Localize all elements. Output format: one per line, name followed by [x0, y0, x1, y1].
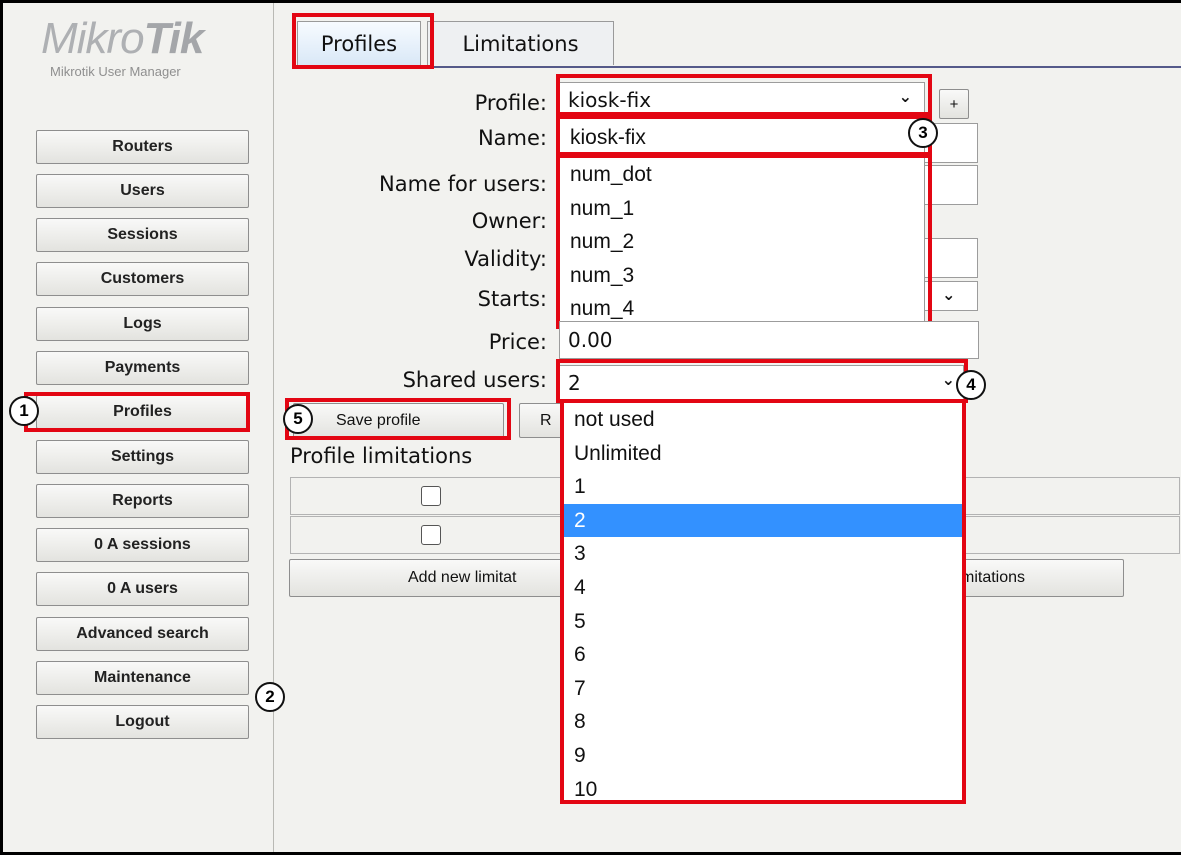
profile-option[interactable]: num_1 — [560, 192, 924, 226]
shared-users-option[interactable]: 8 — [564, 705, 962, 739]
shared-users-dropdown: not used Unlimited 1 2 3 4 5 6 7 8 9 10 — [560, 399, 966, 804]
sidebar-item-profiles[interactable]: Profiles — [36, 395, 249, 429]
shared-users-option[interactable]: 4 — [564, 571, 962, 605]
tab-profiles[interactable]: Profiles — [297, 21, 421, 65]
shared-users-option[interactable]: not used — [564, 403, 962, 437]
add-new-limitation-button[interactable]: Add new limitat — [289, 559, 569, 597]
profile-option-kiosk-fix[interactable]: kiosk-fix — [560, 118, 924, 158]
chevron-down-icon: ⌄ — [941, 370, 955, 389]
profile-label: Profile: — [474, 91, 547, 115]
limitation-checkbox[interactable] — [421, 486, 441, 506]
logo-subtitle: Mikrotik User Manager — [50, 64, 181, 79]
starts-label: Starts: — [477, 287, 547, 311]
sidebar: MikroTik Mikrotik User Manager Routers U… — [3, 3, 285, 852]
sidebar-item-routers[interactable]: Routers — [36, 130, 249, 164]
shared-users-option[interactable]: 3 — [564, 537, 962, 571]
validity-input-edge[interactable] — [923, 238, 978, 278]
profile-select[interactable]: kiosk-fix ⌄ — [559, 82, 925, 117]
chevron-down-icon: ⌄ — [942, 285, 956, 304]
limitations-button[interactable]: mitations — [960, 559, 1124, 597]
sidebar-item-payments[interactable]: Payments — [36, 351, 249, 385]
annotation-badge-3: 3 — [908, 118, 938, 148]
main-panel: Profiles Limitations Profile: Name: Name… — [275, 3, 1181, 852]
name-for-users-input-edge[interactable] — [923, 165, 978, 205]
tab-underline — [425, 66, 1181, 68]
tab-limitations[interactable]: Limitations — [427, 21, 614, 65]
sidebar-item-active-sessions[interactable]: 0 A sessions — [36, 528, 249, 562]
starts-select-edge[interactable]: ⌄ — [923, 281, 978, 311]
name-label: Name: — [477, 126, 547, 150]
owner-label: Owner: — [471, 209, 547, 233]
price-label: Price: — [488, 330, 547, 354]
chevron-down-icon: ⌄ — [898, 87, 912, 106]
profile-option[interactable]: num_3 — [560, 259, 924, 293]
shared-users-option[interactable]: 7 — [564, 672, 962, 706]
shared-users-option[interactable]: 1 — [564, 470, 962, 504]
shared-users-option-selected[interactable]: 2 — [564, 503, 962, 538]
limitation-checkbox[interactable] — [421, 525, 441, 545]
sidebar-item-advanced-search[interactable]: Advanced search — [36, 617, 249, 651]
shared-users-option[interactable]: 5 — [564, 605, 962, 639]
sidebar-item-logs[interactable]: Logs — [36, 307, 249, 341]
shared-users-option[interactable]: Unlimited — [564, 437, 962, 471]
sidebar-item-maintenance[interactable]: Maintenance — [36, 661, 249, 695]
profile-option[interactable]: num_dot — [560, 158, 924, 192]
shared-users-option[interactable]: 9 — [564, 739, 962, 773]
profile-dropdown: kiosk-fix num_dot num_1 num_2 num_3 num_… — [559, 117, 925, 327]
sidebar-item-settings[interactable]: Settings — [36, 440, 249, 474]
sidebar-item-active-users[interactable]: 0 A users — [36, 572, 249, 606]
sidebar-item-logout[interactable]: Logout — [36, 705, 249, 739]
sidebar-item-customers[interactable]: Customers — [36, 262, 249, 296]
shared-users-option[interactable]: 10 — [564, 773, 962, 807]
name-for-users-label: Name for users: — [379, 172, 547, 196]
sidebar-item-users[interactable]: Users — [36, 174, 249, 208]
profile-limitations-title: Profile limitations — [290, 444, 473, 468]
shared-users-label: Shared users: — [402, 368, 547, 392]
annotation-badge-5: 5 — [283, 404, 313, 434]
profile-option[interactable]: num_2 — [560, 225, 924, 259]
shared-users-select[interactable]: 2 ⌄ — [559, 365, 964, 401]
mikrotik-logo: MikroTik — [41, 14, 204, 63]
add-profile-button[interactable]: + — [939, 89, 969, 119]
shared-users-option[interactable]: 6 — [564, 638, 962, 672]
validity-label: Validity: — [464, 247, 547, 271]
save-profile-button[interactable]: Save profile — [293, 403, 504, 438]
user-manager-window: MikroTik Mikrotik User Manager Routers U… — [3, 3, 1181, 852]
price-input[interactable]: 0.00 — [559, 321, 979, 359]
annotation-badge-1: 1 — [9, 396, 39, 426]
sidebar-item-reports[interactable]: Reports — [36, 484, 249, 518]
sidebar-item-sessions[interactable]: Sessions — [36, 218, 249, 252]
annotation-badge-4: 4 — [956, 370, 986, 400]
